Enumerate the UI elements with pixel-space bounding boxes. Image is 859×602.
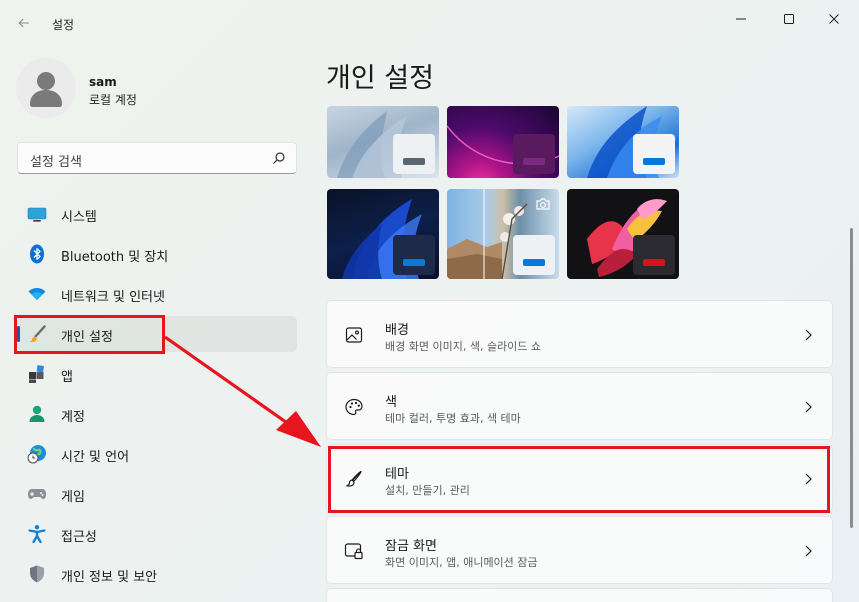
sidebar-item-bluetooth[interactable]: Bluetooth 및 장치 xyxy=(17,236,297,272)
maximize-button[interactable] xyxy=(766,6,812,32)
setting-background[interactable]: 배경 배경 화면 이미지, 색, 슬라이드 쇼 xyxy=(326,300,833,368)
person-icon xyxy=(29,405,45,422)
sidebar-item-label: 게임 xyxy=(61,490,85,505)
setting-lock-screen[interactable]: 잠금 화면 화면 이미지, 앱, 애니메이션 잠금 xyxy=(326,516,833,584)
sidebar-item-accounts[interactable]: 계정 xyxy=(17,396,297,432)
setting-title: 배경 xyxy=(385,323,409,338)
lock-screen-icon xyxy=(344,543,363,560)
highlight-themes xyxy=(328,446,830,513)
setting-description: 테마 컬러, 투명 효과, 색 테마 xyxy=(385,412,521,425)
theme-thumbnail[interactable] xyxy=(327,106,439,178)
apps-icon xyxy=(29,365,44,383)
search-placeholder: 설정 검색 xyxy=(30,155,82,170)
sidebar-item-label: 네트워크 및 인터넷 xyxy=(61,290,165,305)
sidebar-item-label: 시스템 xyxy=(61,210,97,225)
setting-title: 잠금 화면 xyxy=(385,539,437,554)
chevron-right-icon xyxy=(805,545,812,557)
setting-description: 화면 이미지, 앱, 애니메이션 잠금 xyxy=(385,556,538,569)
theme-thumbnail[interactable] xyxy=(567,189,679,279)
scrollbar[interactable] xyxy=(850,228,853,528)
sidebar-item-label: Bluetooth 및 장치 xyxy=(61,250,169,265)
search-input[interactable]: 설정 검색 xyxy=(17,142,297,174)
wifi-icon xyxy=(28,287,46,300)
setting-colors[interactable]: 색 테마 컬러, 투명 효과, 색 테마 xyxy=(326,372,833,440)
theme-thumbnail[interactable] xyxy=(447,189,559,279)
sidebar-item-label: 시간 및 언어 xyxy=(61,450,130,465)
setting-next-partial[interactable] xyxy=(326,588,833,602)
theme-thumbnail[interactable] xyxy=(327,189,439,279)
highlight-personalization xyxy=(14,315,165,354)
picture-icon xyxy=(345,327,363,343)
setting-title: 색 xyxy=(385,395,397,410)
chevron-right-icon xyxy=(805,329,812,341)
app-title: 설정 xyxy=(52,18,75,32)
palette-icon xyxy=(345,398,363,416)
sidebar-item-time-language[interactable]: 시간 및 언어 xyxy=(17,436,297,472)
globe-clock-icon xyxy=(27,445,46,464)
theme-thumbnail[interactable] xyxy=(567,106,679,178)
account-type: 로컬 계정 xyxy=(89,93,137,107)
sidebar-item-gaming[interactable]: 게임 xyxy=(17,476,297,512)
title-bar: 설정 xyxy=(0,0,859,40)
maximize-icon xyxy=(784,14,794,24)
sidebar-item-accessibility[interactable]: 접근성 xyxy=(17,516,297,552)
sidebar-item-label: 앱 xyxy=(61,370,73,385)
accessibility-icon xyxy=(28,525,46,544)
monitor-icon xyxy=(27,207,47,222)
minimize-icon xyxy=(736,18,746,20)
page-title: 개인 설정 xyxy=(326,63,434,94)
user-name: sam xyxy=(89,75,117,89)
search-icon[interactable] xyxy=(272,151,286,165)
sidebar-item-label: 개인 정보 및 보안 xyxy=(61,570,158,585)
gamepad-icon xyxy=(28,489,46,499)
sidebar-item-system[interactable]: 시스템 xyxy=(17,196,297,232)
back-arrow-icon[interactable] xyxy=(14,13,34,33)
minimize-button[interactable] xyxy=(718,6,764,32)
avatar xyxy=(16,58,76,118)
theme-thumbnail[interactable] xyxy=(447,106,559,178)
setting-description: 배경 화면 이미지, 색, 슬라이드 쇼 xyxy=(385,340,542,353)
sidebar-item-apps[interactable]: 앱 xyxy=(17,356,297,392)
shield-icon xyxy=(30,565,44,583)
sidebar-item-network[interactable]: 네트워크 및 인터넷 xyxy=(17,276,297,312)
chevron-right-icon xyxy=(805,401,812,413)
close-button[interactable] xyxy=(811,6,857,32)
sidebar-item-label: 계정 xyxy=(61,410,85,425)
close-icon xyxy=(829,14,839,24)
bluetooth-icon xyxy=(30,244,44,264)
sidebar-item-privacy-security[interactable]: 개인 정보 및 보안 xyxy=(17,556,297,592)
sidebar-item-label: 접근성 xyxy=(61,530,97,545)
camera-icon xyxy=(536,198,550,210)
